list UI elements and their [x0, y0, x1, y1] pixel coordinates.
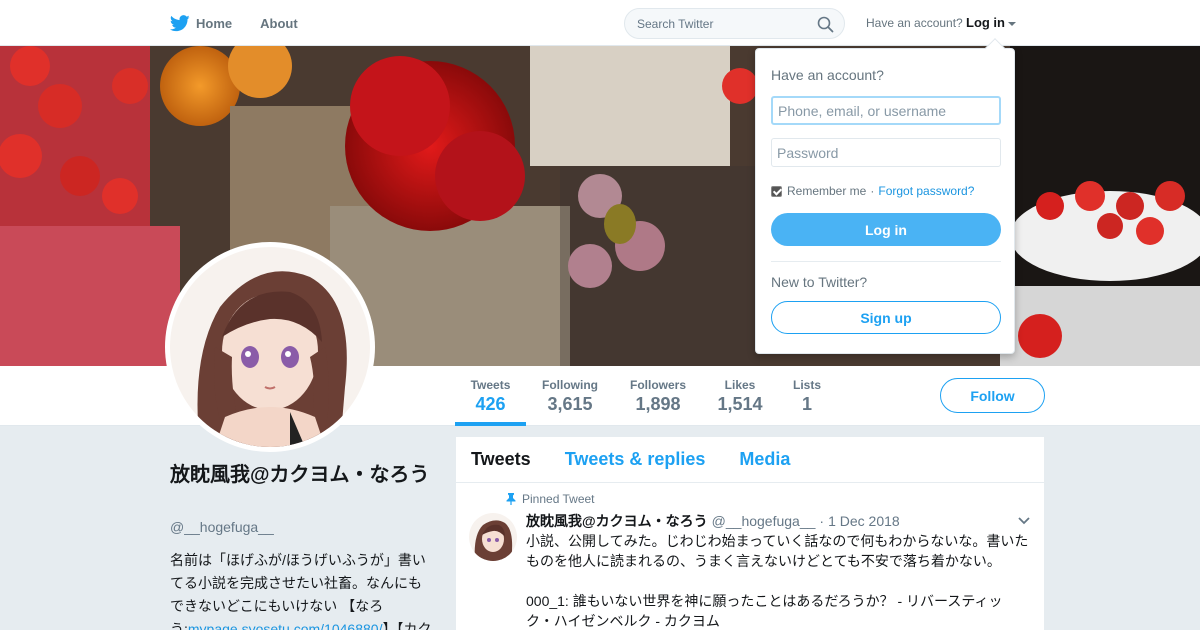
bio-text: 名前は「ほげふが/ほうげいふうが」書いてる小説を完成させたい社畜。なんにもできな… — [170, 552, 426, 630]
stat-followers[interactable]: Followers 1,898 — [629, 378, 687, 415]
stat-lists-label: Lists — [792, 378, 821, 392]
avatar-image — [170, 247, 370, 447]
top-nav: Home About Have an account? Log in — [0, 0, 1200, 46]
login-link-label: Log in — [966, 15, 1005, 30]
home-label: Home — [196, 15, 233, 31]
timeline-tabs: Tweets Tweets & replies Media — [456, 437, 1044, 483]
tweet-text-line: ものを他人に読まれるの、うまく言えないけどとても不安で落ち着かない。 — [526, 553, 1001, 569]
tab-media[interactable]: Media — [739, 449, 790, 470]
tweet-text: 小説、公開してみた。じわじわ始まっていく話なので何もわからないな。書いた ものを… — [526, 531, 1036, 630]
stat-tweets-value: 426 — [475, 394, 506, 414]
pin-icon — [506, 493, 516, 505]
login-button[interactable]: Log in — [771, 213, 1001, 246]
pinned-label: Pinned Tweet — [522, 492, 595, 506]
follow-button[interactable]: Follow — [940, 378, 1045, 413]
tweet-text-line: 小説、公開してみた。じわじわ始まっていく話なので何もわからないな。書いた — [526, 533, 1029, 549]
stat-likes-value: 1,514 — [717, 394, 763, 414]
remember-me-row: Remember me · Forgot password? — [771, 184, 974, 198]
tweet-author-name[interactable]: 放眈風我@カクヨム・なろう — [526, 513, 708, 529]
active-tab-indicator — [455, 422, 526, 426]
username-field[interactable] — [771, 96, 1001, 125]
tweet-text-line: ク・ハイゼンベルク - カクヨム — [526, 613, 720, 629]
stat-followers-value: 1,898 — [635, 394, 681, 414]
signup-button[interactable]: Sign up — [771, 301, 1001, 334]
tweet-date-separator: · — [819, 513, 825, 529]
tweet-menu-chevron-icon[interactable] — [1018, 517, 1030, 525]
remember-me-label[interactable]: Remember me — [787, 184, 866, 198]
tweet-author-handle[interactable]: @__hogefuga__ — [712, 513, 816, 529]
password-field[interactable] — [771, 138, 1001, 167]
about-link[interactable]: About — [260, 16, 298, 31]
have-account-text: Have an account? — [866, 16, 963, 30]
profile-avatar[interactable] — [165, 242, 375, 452]
tweet-header: 放眈風我@カクヨム・なろう @__hogefuga__ · 1 Dec 2018 — [526, 511, 900, 531]
stat-following[interactable]: Following 3,615 — [541, 378, 599, 415]
stat-lists[interactable]: Lists 1 — [792, 378, 822, 415]
profile-handle: @__hogefuga__ — [170, 519, 274, 535]
stat-tweets-label: Tweets — [470, 378, 511, 392]
tab-tweets-replies[interactable]: Tweets & replies — [565, 449, 706, 470]
chevron-down-icon — [1008, 21, 1016, 26]
pinned-indicator: Pinned Tweet — [506, 492, 595, 506]
stat-following-label: Following — [542, 378, 598, 392]
nav-left: Home About — [170, 0, 326, 46]
forgot-password-link[interactable]: Forgot password? — [878, 184, 974, 198]
about-label: About — [260, 15, 298, 31]
stat-likes[interactable]: Likes 1,514 — [717, 378, 763, 415]
search-input[interactable] — [625, 9, 805, 38]
search-icon[interactable] — [817, 16, 834, 33]
stat-followers-label: Followers — [629, 378, 686, 392]
home-link[interactable]: Home — [170, 14, 233, 32]
tweet-text-line: 000_1: 誰もいない世界を神に願ったことはあるだろうか？ - リバースティッ — [526, 593, 1003, 609]
new-to-twitter-text: New to Twitter? — [771, 274, 868, 290]
login-dropdown: Have an account? Remember me · Forgot pa… — [755, 38, 1015, 354]
search-box — [624, 8, 845, 39]
dropdown-divider — [771, 261, 1001, 262]
tweet-avatar-image — [469, 513, 517, 561]
login-dropdown-title: Have an account? — [771, 67, 884, 83]
tweet-avatar[interactable] — [469, 513, 517, 561]
bio-link[interactable]: mypage.syosetu.com/1046880/ — [188, 621, 383, 630]
stat-following-value: 3,615 — [547, 394, 593, 414]
twitter-bird-icon — [170, 14, 190, 31]
login-dropdown-toggle[interactable]: Log in — [966, 15, 1016, 30]
stat-lists-value: 1 — [801, 394, 812, 414]
profile-bio: 名前は「ほげふが/ほうげいふうが」書いてる小説を完成させたい社畜。なんにもできな… — [170, 549, 432, 630]
stat-tweets[interactable]: Tweets 426 — [470, 378, 511, 415]
remember-me-checkbox[interactable] — [771, 185, 782, 197]
timeline: Tweets Tweets & replies Media Pinned Twe… — [456, 437, 1044, 630]
tweet-date[interactable]: 1 Dec 2018 — [828, 513, 900, 529]
separator-dot: · — [870, 184, 875, 198]
bio-tail: 】【カク — [382, 621, 432, 630]
stat-likes-label: Likes — [724, 378, 756, 392]
profile-display-name: 放眈風我@カクヨム・なろう — [170, 464, 430, 486]
tab-tweets[interactable]: Tweets — [471, 449, 531, 470]
